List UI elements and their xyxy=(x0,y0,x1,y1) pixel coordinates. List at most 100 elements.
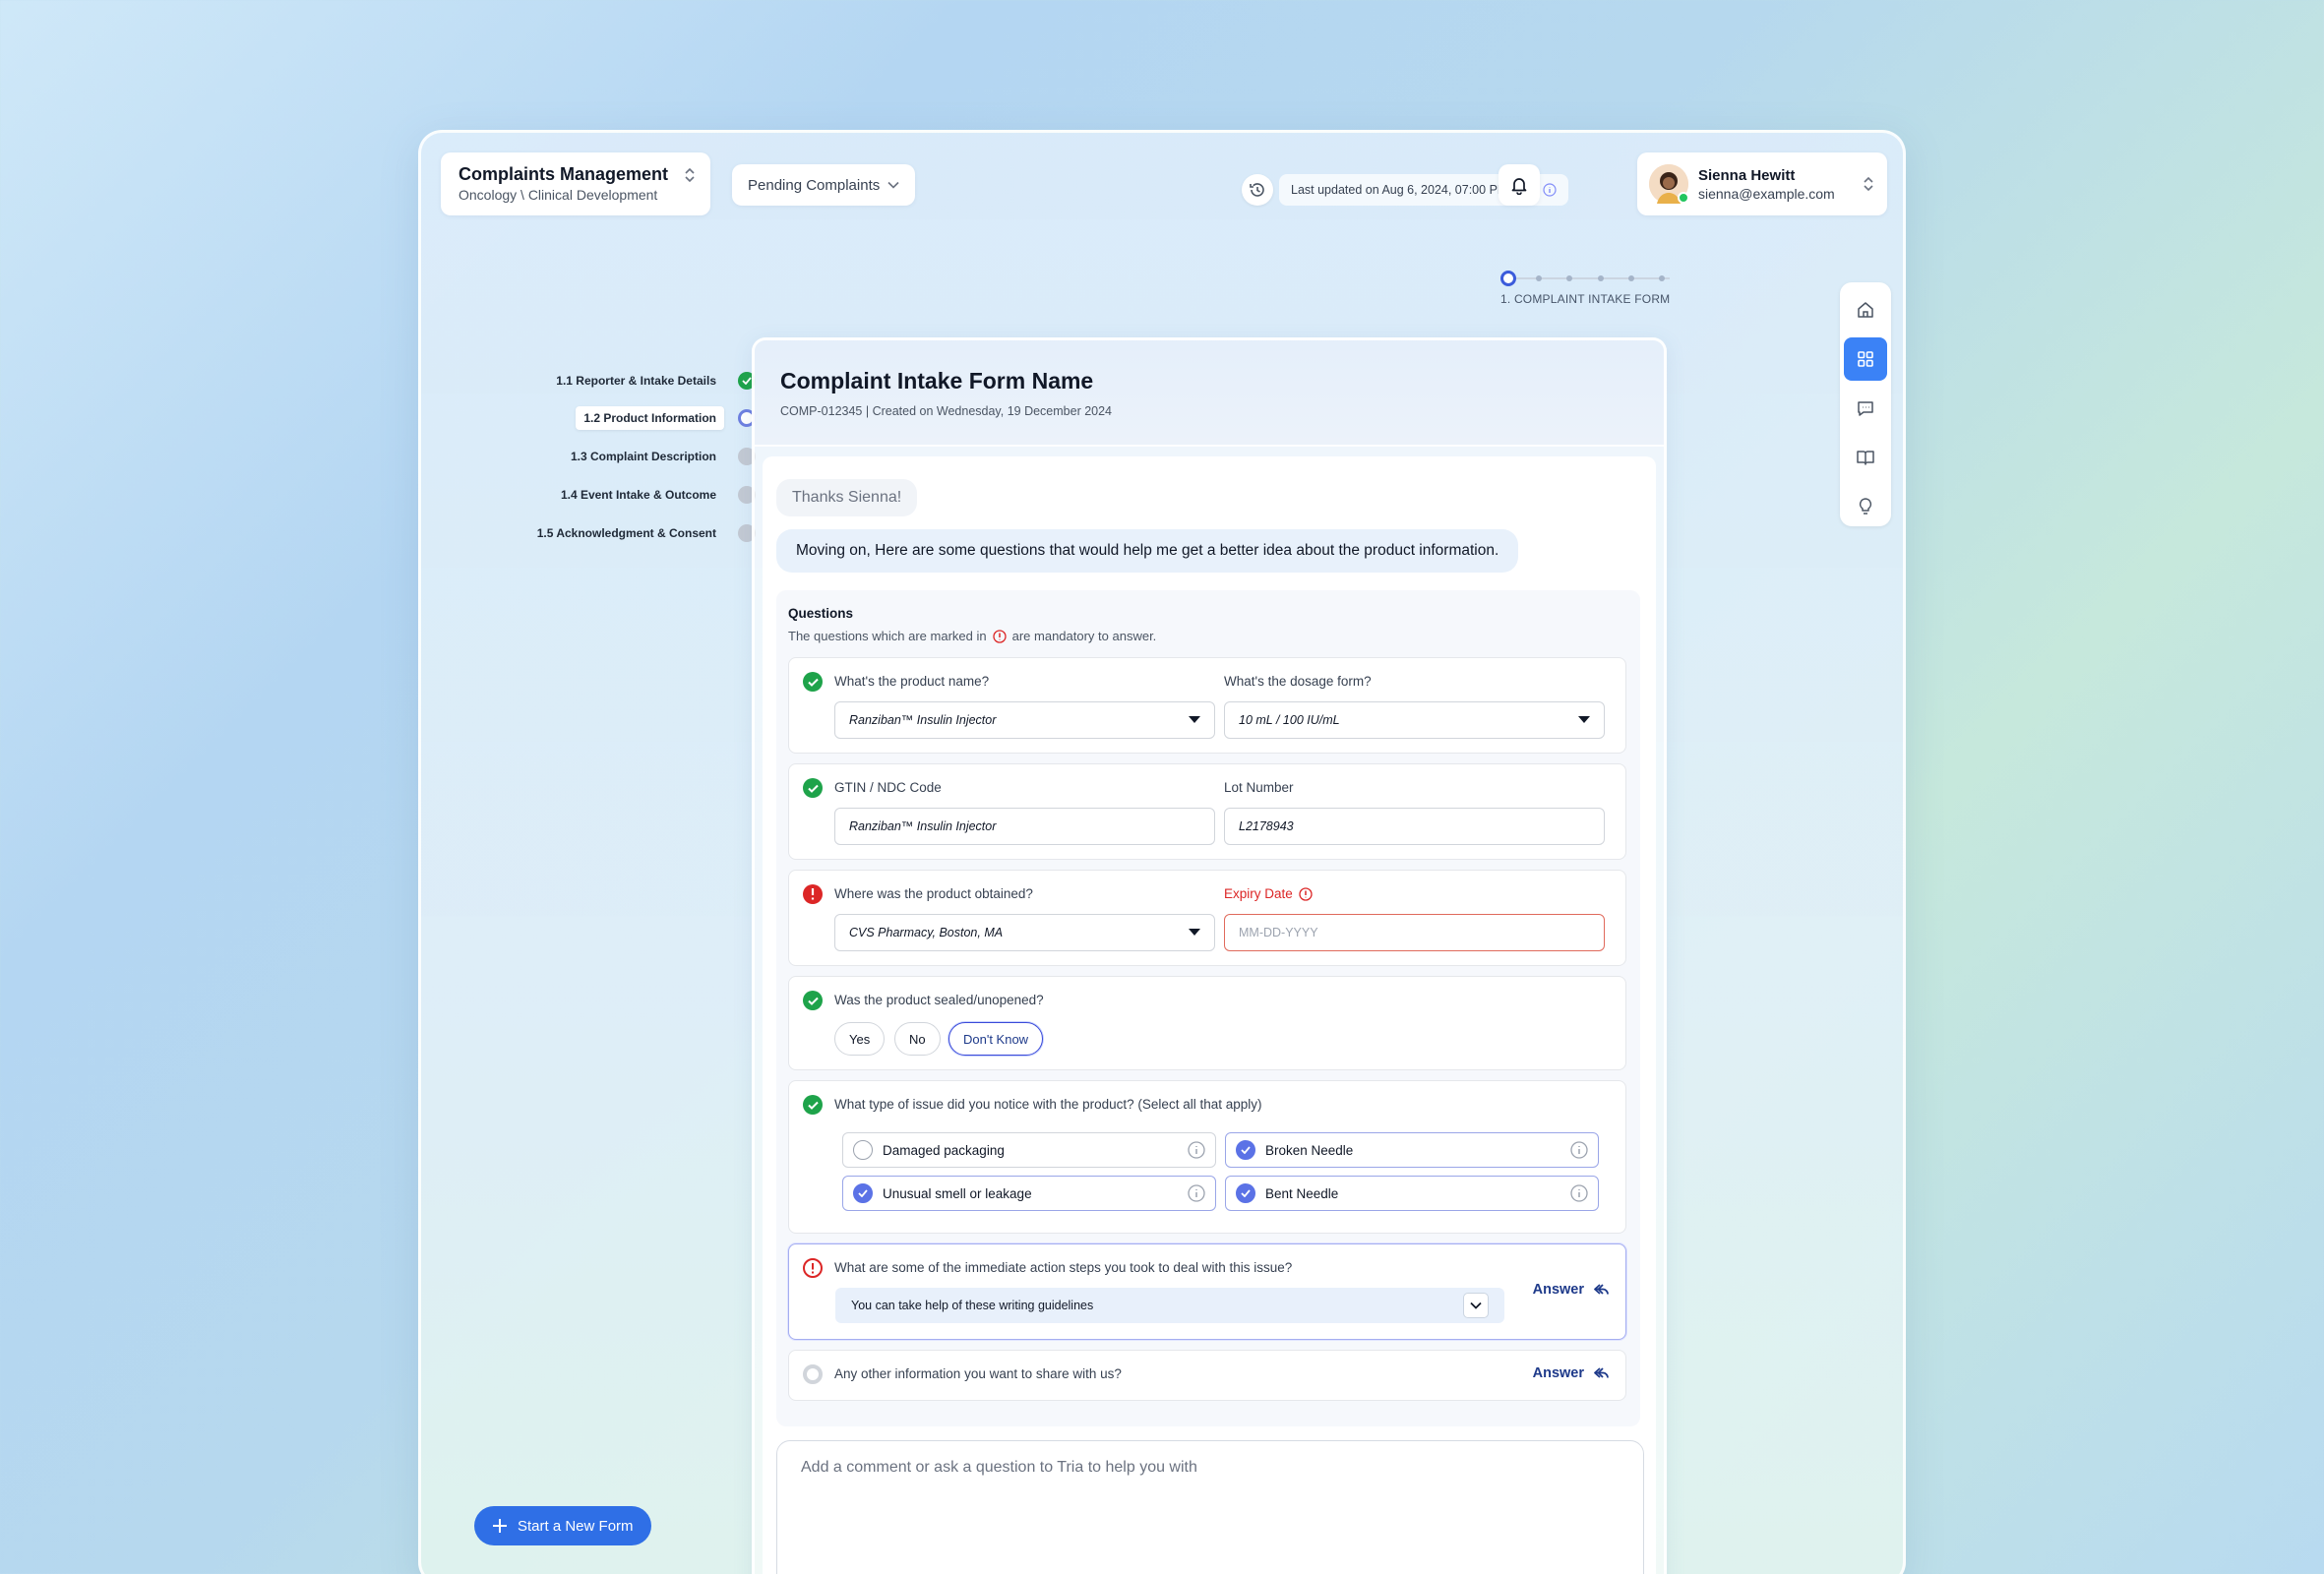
question-label: Was the product sealed/unopened? xyxy=(834,993,1044,1007)
stepper-dot[interactable] xyxy=(1597,275,1604,281)
obtained-location-select[interactable]: CVS Pharmacy, Boston, MA xyxy=(834,914,1215,951)
app-window: Complaints Management Oncology \ Clinica… xyxy=(418,130,1906,1574)
dosage-form-select[interactable]: 10 mL / 100 IU/mL xyxy=(1224,701,1605,739)
chevron-down-icon xyxy=(1463,1293,1489,1318)
mandatory-icon xyxy=(1299,886,1313,901)
mandatory-icon xyxy=(992,629,1007,643)
chat-message: Moving on, Here are some questions that … xyxy=(776,529,1519,573)
form-subtitle: COMP-012345 | Created on Wednesday, 19 D… xyxy=(780,404,1113,418)
answer-label: Answer xyxy=(1532,1282,1584,1298)
writing-guidelines-accordion[interactable]: You can take help of these writing guide… xyxy=(835,1288,1504,1323)
user-name: Sienna Hewitt xyxy=(1698,166,1796,184)
home-icon xyxy=(1856,300,1875,320)
composer-placeholder: Add a comment or ask a question to Tria … xyxy=(801,1459,1197,1476)
pending-complaints-label: Pending Complaints xyxy=(748,176,881,194)
notifications-button[interactable] xyxy=(1498,164,1540,206)
gtin-input[interactable]: Ranziban™ Insulin Injector xyxy=(834,808,1215,845)
stepper-line xyxy=(1508,277,1670,279)
form-progress-stepper: 1. COMPLAINT INTAKE FORM xyxy=(1500,271,1678,306)
stepper-dot[interactable] xyxy=(1566,275,1573,281)
home-button[interactable] xyxy=(1844,288,1887,332)
section-step-complaint[interactable]: 1.3 Complaint Description xyxy=(563,445,756,468)
info-icon[interactable] xyxy=(1570,1141,1588,1159)
checkbox-broken-needle[interactable]: Broken Needle xyxy=(1225,1132,1599,1168)
check-circle-icon xyxy=(803,778,823,798)
chevron-updown-icon xyxy=(683,166,697,184)
answer-button[interactable]: Answer xyxy=(1533,1365,1610,1381)
questions-title: Questions xyxy=(788,606,854,621)
checkbox-label: Unusual smell or leakage xyxy=(883,1185,1032,1201)
expiry-date-label: Expiry Date xyxy=(1224,886,1313,901)
user-email: sienna@example.com xyxy=(1698,185,1835,202)
checkbox-checked-icon xyxy=(1236,1183,1255,1203)
chevron-down-icon xyxy=(887,181,899,189)
form-title: Complaint Intake Form Name xyxy=(780,368,1094,394)
section-step-label: 1.1 Reporter & Intake Details xyxy=(556,374,716,388)
start-new-form-button[interactable]: Start a New Form xyxy=(474,1506,651,1545)
check-circle-icon xyxy=(803,672,823,692)
check-circle-icon xyxy=(803,991,823,1010)
stepper-label: 1. COMPLAINT INTAKE FORM xyxy=(1500,292,1671,306)
section-step-product[interactable]: 1.2 Product Information xyxy=(576,406,756,430)
stepper-track xyxy=(1500,271,1678,286)
lot-number-input[interactable]: L2178943 xyxy=(1224,808,1605,845)
user-menu[interactable]: Sienna Hewitt sienna@example.com xyxy=(1637,152,1887,215)
checkbox-bent-needle[interactable]: Bent Needle xyxy=(1225,1176,1599,1211)
app-title: Complaints Management xyxy=(459,164,669,184)
stepper-dot[interactable] xyxy=(1659,275,1665,281)
bell-icon xyxy=(1509,175,1529,195)
history-button[interactable] xyxy=(1242,174,1273,206)
grid-icon xyxy=(1856,349,1875,369)
product-name-select[interactable]: Ranziban™ Insulin Injector xyxy=(834,701,1215,739)
lightbulb-icon xyxy=(1856,497,1875,516)
info-icon[interactable] xyxy=(1543,183,1557,197)
right-rail xyxy=(1840,282,1891,526)
questions-card: Questions The questions which are marked… xyxy=(776,590,1640,1426)
checkbox-label: Bent Needle xyxy=(1265,1185,1339,1201)
question-label: GTIN / NDC Code xyxy=(834,780,942,795)
online-status-dot xyxy=(1678,192,1689,204)
section-step-event[interactable]: 1.4 Event Intake & Outcome xyxy=(553,483,756,507)
info-icon[interactable] xyxy=(1188,1141,1205,1159)
reply-icon xyxy=(1594,1283,1610,1297)
form-header: Complaint Intake Form Name COMP-012345 |… xyxy=(755,340,1664,447)
section-step-consent[interactable]: 1.5 Acknowledgment & Consent xyxy=(529,521,756,545)
section-step-label: 1.5 Acknowledgment & Consent xyxy=(536,526,716,540)
comment-composer[interactable]: Add a comment or ask a question to Tria … xyxy=(776,1440,1644,1574)
caret-down-icon xyxy=(1578,716,1590,724)
messages-button[interactable] xyxy=(1844,387,1887,430)
info-icon[interactable] xyxy=(1570,1184,1588,1202)
stepper-current-dot[interactable] xyxy=(1500,271,1516,286)
plus-icon xyxy=(492,1518,508,1534)
caret-down-icon xyxy=(1189,929,1200,937)
dosage-form-value: 10 mL / 100 IU/mL xyxy=(1239,713,1340,727)
stepper-dot[interactable] xyxy=(1627,275,1634,281)
library-button[interactable] xyxy=(1844,436,1887,479)
chat-icon xyxy=(1856,398,1875,418)
stepper-dot[interactable] xyxy=(1536,275,1543,281)
questions-note: The questions which are marked in are ma… xyxy=(788,629,1628,643)
history-icon xyxy=(1248,180,1267,200)
dashboard-button[interactable] xyxy=(1844,337,1887,381)
chevron-updown-icon xyxy=(1862,175,1875,193)
start-new-form-label: Start a New Form xyxy=(518,1517,634,1535)
expiry-date-input[interactable]: MM-DD-YYYY xyxy=(1224,914,1605,951)
option-yes[interactable]: Yes xyxy=(834,1022,886,1056)
answer-button[interactable]: Answer xyxy=(1533,1282,1610,1298)
section-step-reporter[interactable]: 1.1 Reporter & Intake Details xyxy=(548,369,756,393)
checkbox-label: Broken Needle xyxy=(1265,1142,1354,1158)
empty-circle-icon xyxy=(803,1364,823,1384)
workspace-switcher[interactable]: Complaints Management Oncology \ Clinica… xyxy=(441,152,710,215)
question-obtained: Where was the product obtained? CVS Phar… xyxy=(788,870,1626,966)
caret-down-icon xyxy=(1189,716,1200,724)
info-icon[interactable] xyxy=(1188,1184,1205,1202)
checkbox-unusual-smell[interactable]: Unusual smell or leakage xyxy=(842,1176,1216,1211)
pending-complaints-dropdown[interactable]: Pending Complaints xyxy=(732,164,916,206)
checkbox-damaged-packaging[interactable]: Damaged packaging xyxy=(842,1132,1216,1168)
option-no[interactable]: No xyxy=(894,1022,941,1056)
question-label: Expiry Date xyxy=(1224,886,1293,901)
alert-circle-icon xyxy=(803,884,823,904)
option-dont-know[interactable]: Don't Know xyxy=(948,1022,1044,1056)
tips-button[interactable] xyxy=(1844,485,1887,528)
questions-note-text: are mandatory to answer. xyxy=(1011,629,1157,643)
